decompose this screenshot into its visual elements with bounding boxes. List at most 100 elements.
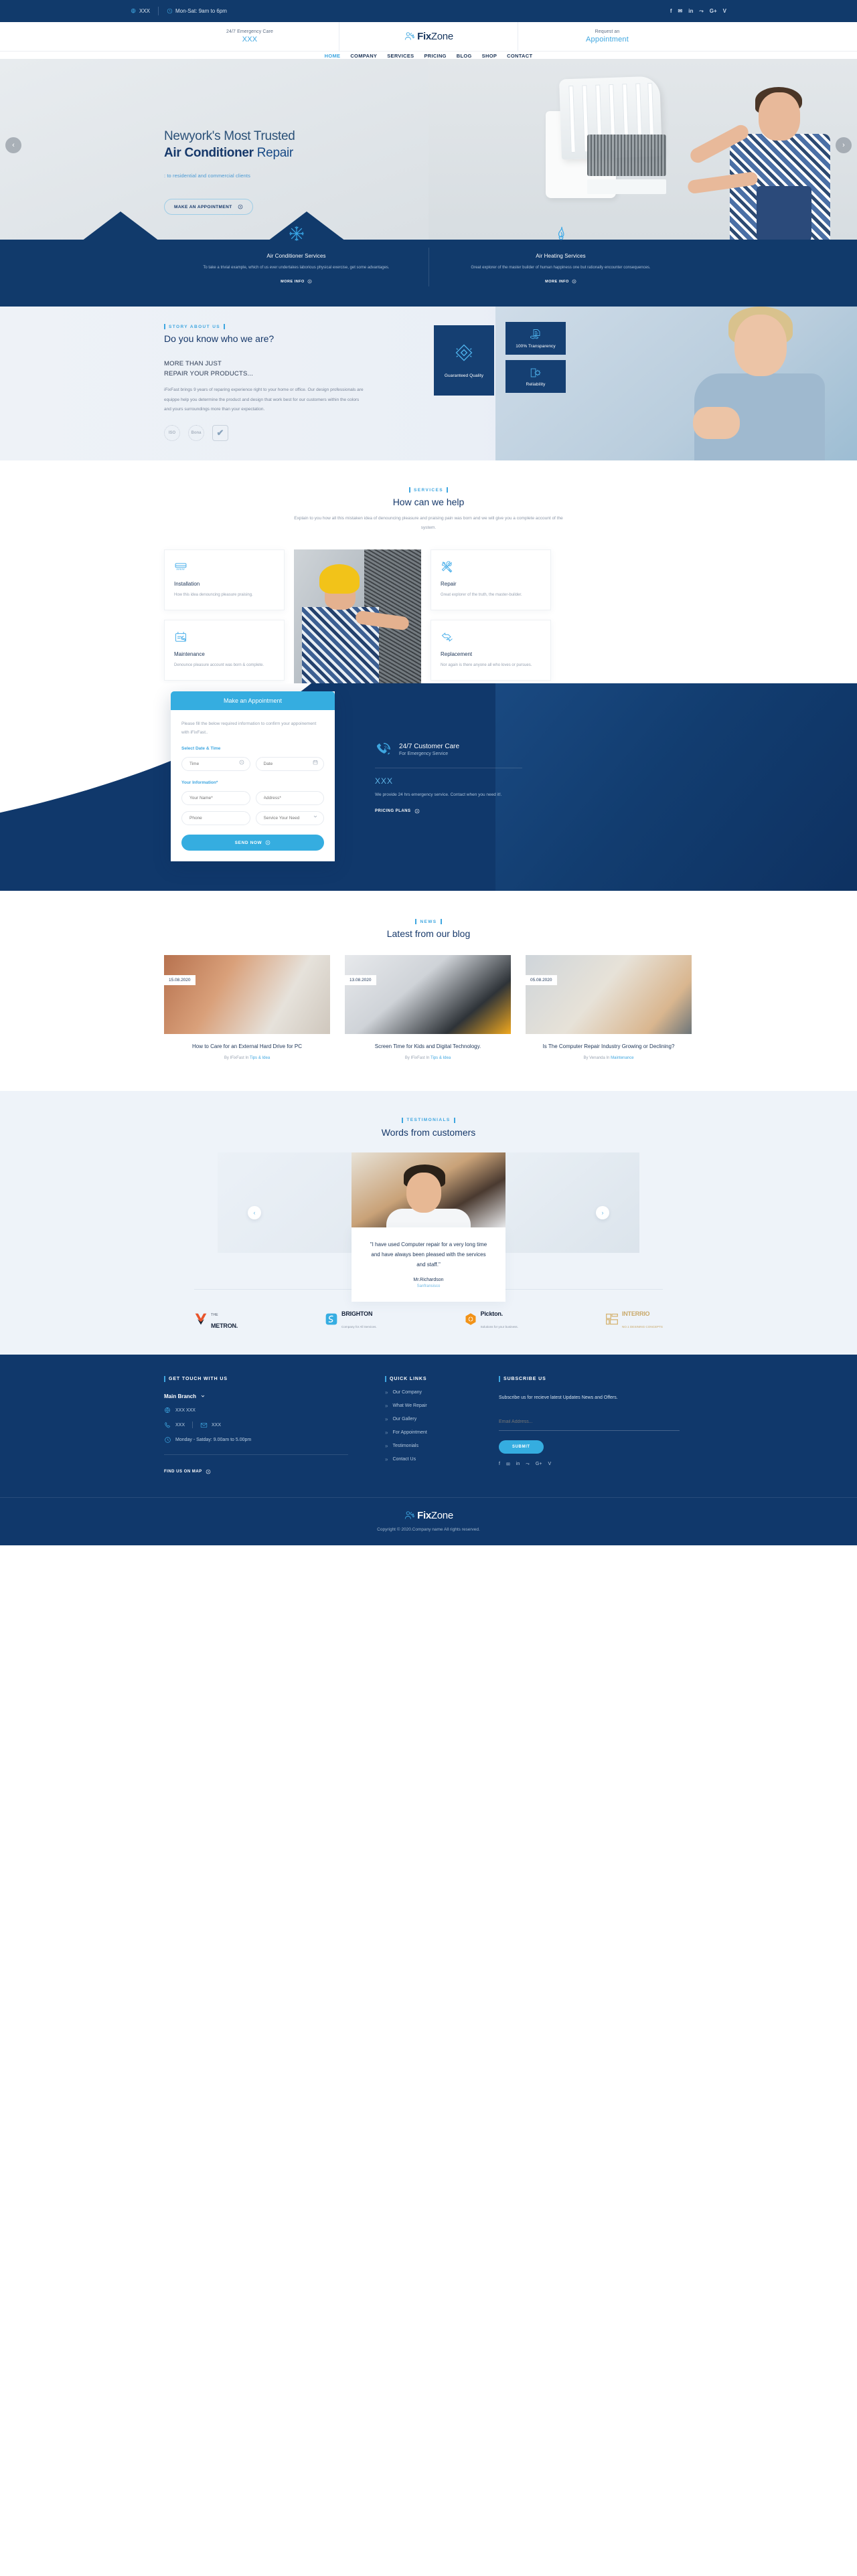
nav-item-services[interactable]: SERVICES: [387, 53, 414, 59]
service-card-maintenance[interactable]: Maintenance Denounce pleasure account wa…: [164, 620, 285, 681]
social-rss[interactable]: ⤳: [699, 8, 703, 15]
request-appointment-link[interactable]: Appointment: [586, 35, 629, 44]
footer-link-our-company[interactable]: » Our Company: [385, 1389, 499, 1395]
footer-hours: Monday - Satday: 9.00am to 5.00pm: [164, 1436, 385, 1444]
feature-guaranteed-quality[interactable]: Guaranteed Quality: [434, 325, 494, 396]
services-section: SERVICES How can we help Explain to you …: [0, 460, 857, 684]
emergency-phone[interactable]: XXX: [242, 35, 258, 44]
blog-title[interactable]: How to Care for an External Hard Drive f…: [164, 1042, 330, 1051]
header-logo[interactable]: FixZone: [339, 22, 518, 51]
social-vimeo[interactable]: V: [723, 8, 726, 14]
footer-logo[interactable]: FixZone: [0, 1510, 857, 1521]
nav-item-home[interactable]: HOME: [325, 53, 341, 59]
nav-item-contact[interactable]: CONTACT: [507, 53, 532, 59]
hero-next-button[interactable]: ›: [836, 137, 852, 153]
footer-address: XXX XXX: [164, 1407, 385, 1414]
social-twitter[interactable]: ✉: [678, 8, 683, 14]
strip-more-link[interactable]: MORE INFO: [545, 279, 576, 284]
service-field-wrap: [255, 810, 324, 826]
nav-item-pricing[interactable]: PRICING: [424, 53, 446, 59]
chevron-down-icon: [313, 814, 318, 819]
testimonial-side-image-left: [218, 1152, 352, 1253]
time-field-wrap: [181, 756, 250, 772]
social-linkedin[interactable]: in: [688, 8, 693, 14]
about-eyebrow: STORY ABOUT US: [164, 324, 365, 329]
footer-email-text[interactable]: XXX: [212, 1423, 221, 1428]
testimonial-prev-button[interactable]: ‹: [248, 1205, 261, 1219]
maintenance-icon: [174, 630, 275, 645]
blog-post-card[interactable]: 13.08.2020 Screen Time for Kids and Digi…: [345, 955, 511, 1060]
social-twitter[interactable]: ✉: [506, 1462, 510, 1467]
social-googleplus[interactable]: G+: [710, 8, 717, 14]
testimonial-next-button[interactable]: ›: [596, 1205, 609, 1219]
footer-link-what-we-repair[interactable]: » What We Repair: [385, 1403, 499, 1409]
blog-date: 15.08.2020: [164, 975, 196, 986]
blog-author: By IFixFast In: [224, 1055, 250, 1060]
newsletter-email-input[interactable]: [499, 1419, 680, 1424]
diamond-quality-icon: [454, 343, 474, 363]
footer-link-contact-us[interactable]: » Contact Us: [385, 1456, 499, 1462]
address-input[interactable]: [255, 791, 324, 806]
social-linkedin[interactable]: in: [516, 1462, 520, 1467]
pricing-plans-link[interactable]: PRICING PLANS: [375, 808, 420, 814]
send-now-button[interactable]: SEND NOW: [181, 835, 324, 851]
social-vimeo[interactable]: V: [548, 1462, 551, 1467]
footer-quick-heading: QUICK LINKS: [385, 1376, 499, 1382]
brand-pickton[interactable]: Pickton. Solutions for your business.: [464, 1307, 518, 1332]
testimonials-heading: Words from customers: [381, 1126, 476, 1138]
hero-appointment-button[interactable]: MAKE AN APPOINTMENT: [164, 199, 253, 215]
service-card-replacement[interactable]: Replacement Nor again is there anyone al…: [431, 620, 551, 681]
nav-item-company[interactable]: COMPANY: [350, 53, 377, 59]
footer-link-for-appointment[interactable]: » For Appointment: [385, 1430, 499, 1436]
strip-card-ac[interactable]: Air Conditioner Services To take a trivi…: [164, 224, 428, 286]
hero-prev-button[interactable]: ‹: [5, 137, 21, 153]
blog-post-card[interactable]: 15.08.2020 How to Care for an External H…: [164, 955, 330, 1060]
brand-metron[interactable]: THE METRON.: [194, 1307, 238, 1332]
hero-title-line2: Air Conditioner Repair: [164, 146, 445, 161]
social-rss[interactable]: ⤳: [526, 1462, 530, 1467]
send-now-label: SEND NOW: [234, 840, 262, 845]
feature-transparency[interactable]: 100% Transparency: [505, 322, 566, 355]
services-eyebrow: SERVICES: [0, 487, 857, 493]
service-card-installation[interactable]: Installation How this idea denouncing pl…: [164, 549, 285, 611]
care-phone[interactable]: XXX: [375, 776, 576, 786]
blog-title[interactable]: Screen Time for Kids and Digital Technol…: [345, 1042, 511, 1051]
blog-post-card[interactable]: 05.08.2020 Is The Computer Repair Indust…: [526, 955, 692, 1060]
footer-phone-text[interactable]: XXX: [175, 1423, 185, 1428]
feature-reliability[interactable]: Reliability: [505, 360, 566, 393]
handshake-document-icon: [530, 329, 542, 341]
name-input[interactable]: [181, 791, 250, 806]
newsletter-submit-button[interactable]: SUBMIT: [499, 1440, 544, 1454]
social-facebook[interactable]: f: [499, 1462, 500, 1467]
footer-link-label: Contact Us: [392, 1456, 416, 1462]
chevron-right-icon: »: [385, 1456, 388, 1462]
find-us-on-map-link[interactable]: FIND US ON MAP: [164, 1469, 211, 1474]
social-googleplus[interactable]: G+: [536, 1462, 542, 1467]
blog-category[interactable]: Maintenance: [611, 1056, 633, 1060]
blog-category[interactable]: Tips & Idea: [250, 1056, 270, 1060]
service-card-repair[interactable]: Repair Great explorer of the truth, the …: [431, 549, 551, 611]
strip-card-heating[interactable]: Air Heating Services Great explorer of t…: [428, 224, 693, 286]
social-facebook[interactable]: f: [670, 8, 672, 14]
blog-eyebrow: NEWS: [0, 919, 857, 924]
care-title: 24/7 Customer Care: [399, 743, 460, 751]
footer-link-our-gallery[interactable]: » Our Gallery: [385, 1416, 499, 1422]
topbar-phone[interactable]: XXX: [131, 8, 158, 14]
footer-link-testimonials[interactable]: » Testimonials: [385, 1443, 499, 1449]
hero-title-line1: Newyork's Most Trusted: [164, 129, 295, 143]
blog-title[interactable]: Is The Computer Repair Industry Growing …: [526, 1042, 692, 1051]
strip-more-link[interactable]: MORE INFO: [281, 279, 312, 284]
brand-brighton[interactable]: BRIGHTON Company for All Services.: [325, 1307, 377, 1332]
footer-contact-heading: GET TOUCH WITH US: [164, 1376, 385, 1382]
strip-desc: Great explorer of the master builder of …: [471, 266, 651, 270]
brand-interrio[interactable]: INTERRIO NO.1 DESINING CONCEPTS: [605, 1307, 663, 1332]
phone-input[interactable]: [181, 811, 250, 826]
footer-branch-selector[interactable]: Main Branch: [164, 1393, 385, 1399]
footer-social-links: f ✉ in ⤳ G+ V: [499, 1462, 680, 1467]
services-image: [294, 549, 421, 684]
nav-item-blog[interactable]: BLOG: [457, 53, 472, 59]
hero-cta-label: MAKE AN APPOINTMENT: [174, 204, 232, 209]
nav-item-shop[interactable]: SHOP: [482, 53, 497, 59]
blog-category[interactable]: Tips & Idea: [431, 1056, 451, 1060]
page-root: XXX Mon-Sat: 9am to 6pm f ✉ in ⤳ G+ V 24…: [0, 0, 857, 1545]
